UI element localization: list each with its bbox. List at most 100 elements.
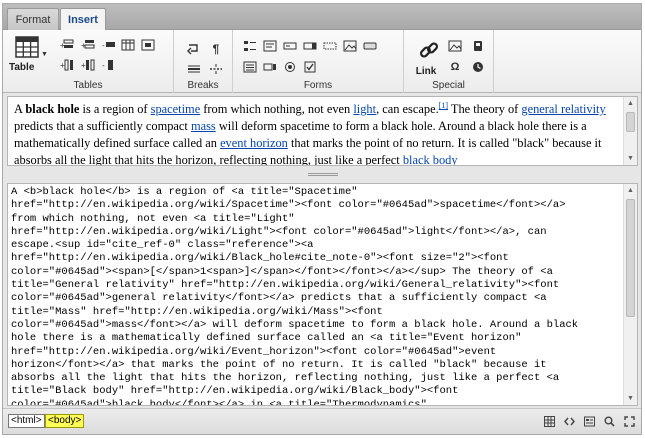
insert-column-right-icon[interactable]: + [81, 59, 95, 71]
cell-properties-icon[interactable] [141, 39, 155, 51]
list-box-icon[interactable] [243, 61, 257, 73]
text-run: , can escape. [376, 102, 439, 116]
paragraph-icon[interactable]: ¶ [209, 42, 223, 56]
source-line: color="#0645ad"><span>[</span>1<span>]</… [11, 265, 553, 278]
tables-group: Table ▼ + + - + + - Tables [3, 30, 174, 93]
link-general-relativity[interactable]: general relativity [521, 102, 605, 116]
html-editor: Format Insert Table ▼ + + - + + - Tables… [2, 3, 642, 435]
source-line: color="#0645ad">general relativity</font… [11, 292, 547, 305]
tab-format[interactable]: Format [7, 8, 59, 30]
link-event-horizon[interactable]: event horizon [220, 136, 288, 150]
source-line: href="http://en.wikipedia.org/wiki/Event… [11, 345, 497, 358]
horizontal-rule-icon[interactable] [187, 63, 201, 75]
special-group-label: Special [432, 80, 465, 91]
pane-splitter[interactable] [7, 168, 638, 180]
delete-column-icon[interactable]: - [102, 59, 116, 71]
checkbox-icon[interactable] [303, 61, 317, 73]
media-icon[interactable] [471, 40, 485, 52]
date-time-icon[interactable] [471, 61, 485, 73]
fullscreen-icon[interactable] [624, 416, 635, 427]
forms-group: Forms [233, 30, 404, 93]
svg-text:+: + [81, 41, 86, 50]
link-button-label: Link [415, 66, 437, 77]
svg-text:-: - [102, 61, 105, 70]
svg-text:-: - [102, 41, 105, 50]
radio-button-icon[interactable] [283, 61, 297, 73]
form-icon[interactable] [243, 40, 257, 52]
image-button-icon[interactable] [343, 40, 357, 52]
source-line: title="Mass" href="http://en.wikipedia.o… [11, 305, 383, 318]
text-run: predicts that a sufficiently compact [14, 119, 191, 133]
text-run: from which nothing, not even [200, 102, 354, 116]
source-line: escape.<sup id="cite_ref-0" class="refer… [11, 239, 314, 252]
link-black-body[interactable]: black body [403, 153, 458, 165]
source-line: color="#0645ad">black body</font></a> in… [11, 398, 427, 406]
tables-group-label: Tables [73, 80, 103, 91]
preview-icon[interactable] [604, 416, 615, 427]
scroll-down-icon[interactable]: ▼ [624, 152, 637, 165]
source-line: absorbs all the light that hits the hori… [11, 372, 560, 385]
tab-insert[interactable]: Insert [60, 8, 106, 31]
button-field-icon[interactable] [363, 40, 377, 52]
table-button-label: Table [9, 62, 35, 73]
table-properties-icon[interactable] [121, 39, 135, 51]
svg-text:+: + [60, 41, 65, 50]
text-run: A [14, 102, 26, 116]
file-field-icon[interactable] [263, 61, 277, 73]
tab-bar: Format Insert [3, 4, 641, 31]
code-view-icon[interactable] [564, 416, 575, 427]
link-spacetime[interactable]: spacetime [151, 102, 201, 116]
source-line: href="http://en.wikipedia.org/wiki/Light… [11, 225, 547, 238]
textarea-icon[interactable] [263, 40, 277, 52]
html-source-text[interactable]: A <b>black hole</b> is a region of <a ti… [11, 186, 623, 406]
text-run: is a region of [79, 102, 151, 116]
wysiwyg-pane[interactable]: A black hole is a region of spacetime fr… [7, 96, 638, 166]
special-character-icon[interactable]: Ω [448, 61, 462, 73]
svg-text:+: + [60, 61, 65, 70]
hidden-field-icon[interactable] [323, 40, 337, 52]
design-view-icon[interactable] [584, 416, 595, 427]
image-icon[interactable] [448, 40, 462, 52]
citation-link[interactable]: [1] [439, 101, 448, 110]
insert-column-left-icon[interactable]: + [60, 59, 74, 71]
breaks-group: ¶ Breaks [174, 30, 233, 93]
splitter-grip-icon[interactable] [307, 172, 338, 176]
wysiwyg-scrollbar[interactable]: ▲ ▼ [623, 97, 637, 165]
grid-icon[interactable] [544, 416, 555, 427]
source-line: title="Black body" href="http://en.wikip… [11, 385, 459, 398]
link-mass[interactable]: mass [191, 119, 216, 133]
source-scrollbar[interactable]: ▲ ▼ [623, 184, 637, 405]
link-button[interactable]: Link [410, 40, 442, 78]
source-line: href="http://en.wikipedia.org/wiki/Black… [11, 252, 509, 265]
source-line: title="General relativity" href="http://… [11, 279, 560, 292]
table-dropdown-icon[interactable]: ▼ [41, 51, 48, 58]
source-line: hole there is a mathematically defined s… [11, 332, 522, 345]
scroll-thumb[interactable] [626, 199, 635, 317]
forms-group-label: Forms [303, 80, 333, 91]
insert-row-below-icon[interactable]: + [81, 39, 95, 51]
html-source-pane[interactable]: A <b>black hole</b> is a region of <a ti… [7, 183, 638, 406]
wysiwyg-content[interactable]: A black hole is a region of spacetime fr… [14, 101, 619, 165]
select-field-icon[interactable] [303, 40, 317, 52]
scroll-up-icon[interactable]: ▲ [624, 184, 637, 197]
breadcrumb-body[interactable]: <body> [45, 414, 85, 428]
link-icon [419, 42, 439, 58]
source-line: color="#0645ad">mass</font></a> will def… [11, 318, 579, 331]
source-line: from which nothing, not even <a title="L… [11, 212, 295, 225]
svg-text:+: + [81, 61, 86, 70]
breadcrumb-html[interactable]: <html> [8, 414, 45, 428]
source-line: A <b>black hole</b> is a region of <a ti… [11, 186, 358, 198]
insert-row-above-icon[interactable]: + [60, 39, 74, 51]
line-break-icon[interactable] [187, 43, 201, 55]
page-break-icon[interactable] [209, 63, 223, 75]
scroll-down-icon[interactable]: ▼ [624, 392, 637, 405]
delete-row-icon[interactable]: - [102, 39, 116, 51]
text-run: The theory of [448, 102, 522, 116]
scroll-up-icon[interactable]: ▲ [624, 97, 637, 110]
bold-text: black hole [25, 102, 80, 116]
text-field-icon[interactable] [283, 40, 297, 52]
scroll-thumb[interactable] [626, 112, 635, 132]
status-bar: <html> <body> [3, 408, 641, 434]
source-line: href="http://en.wikipedia.org/wiki/Space… [11, 199, 566, 212]
link-light[interactable]: light [353, 102, 376, 116]
